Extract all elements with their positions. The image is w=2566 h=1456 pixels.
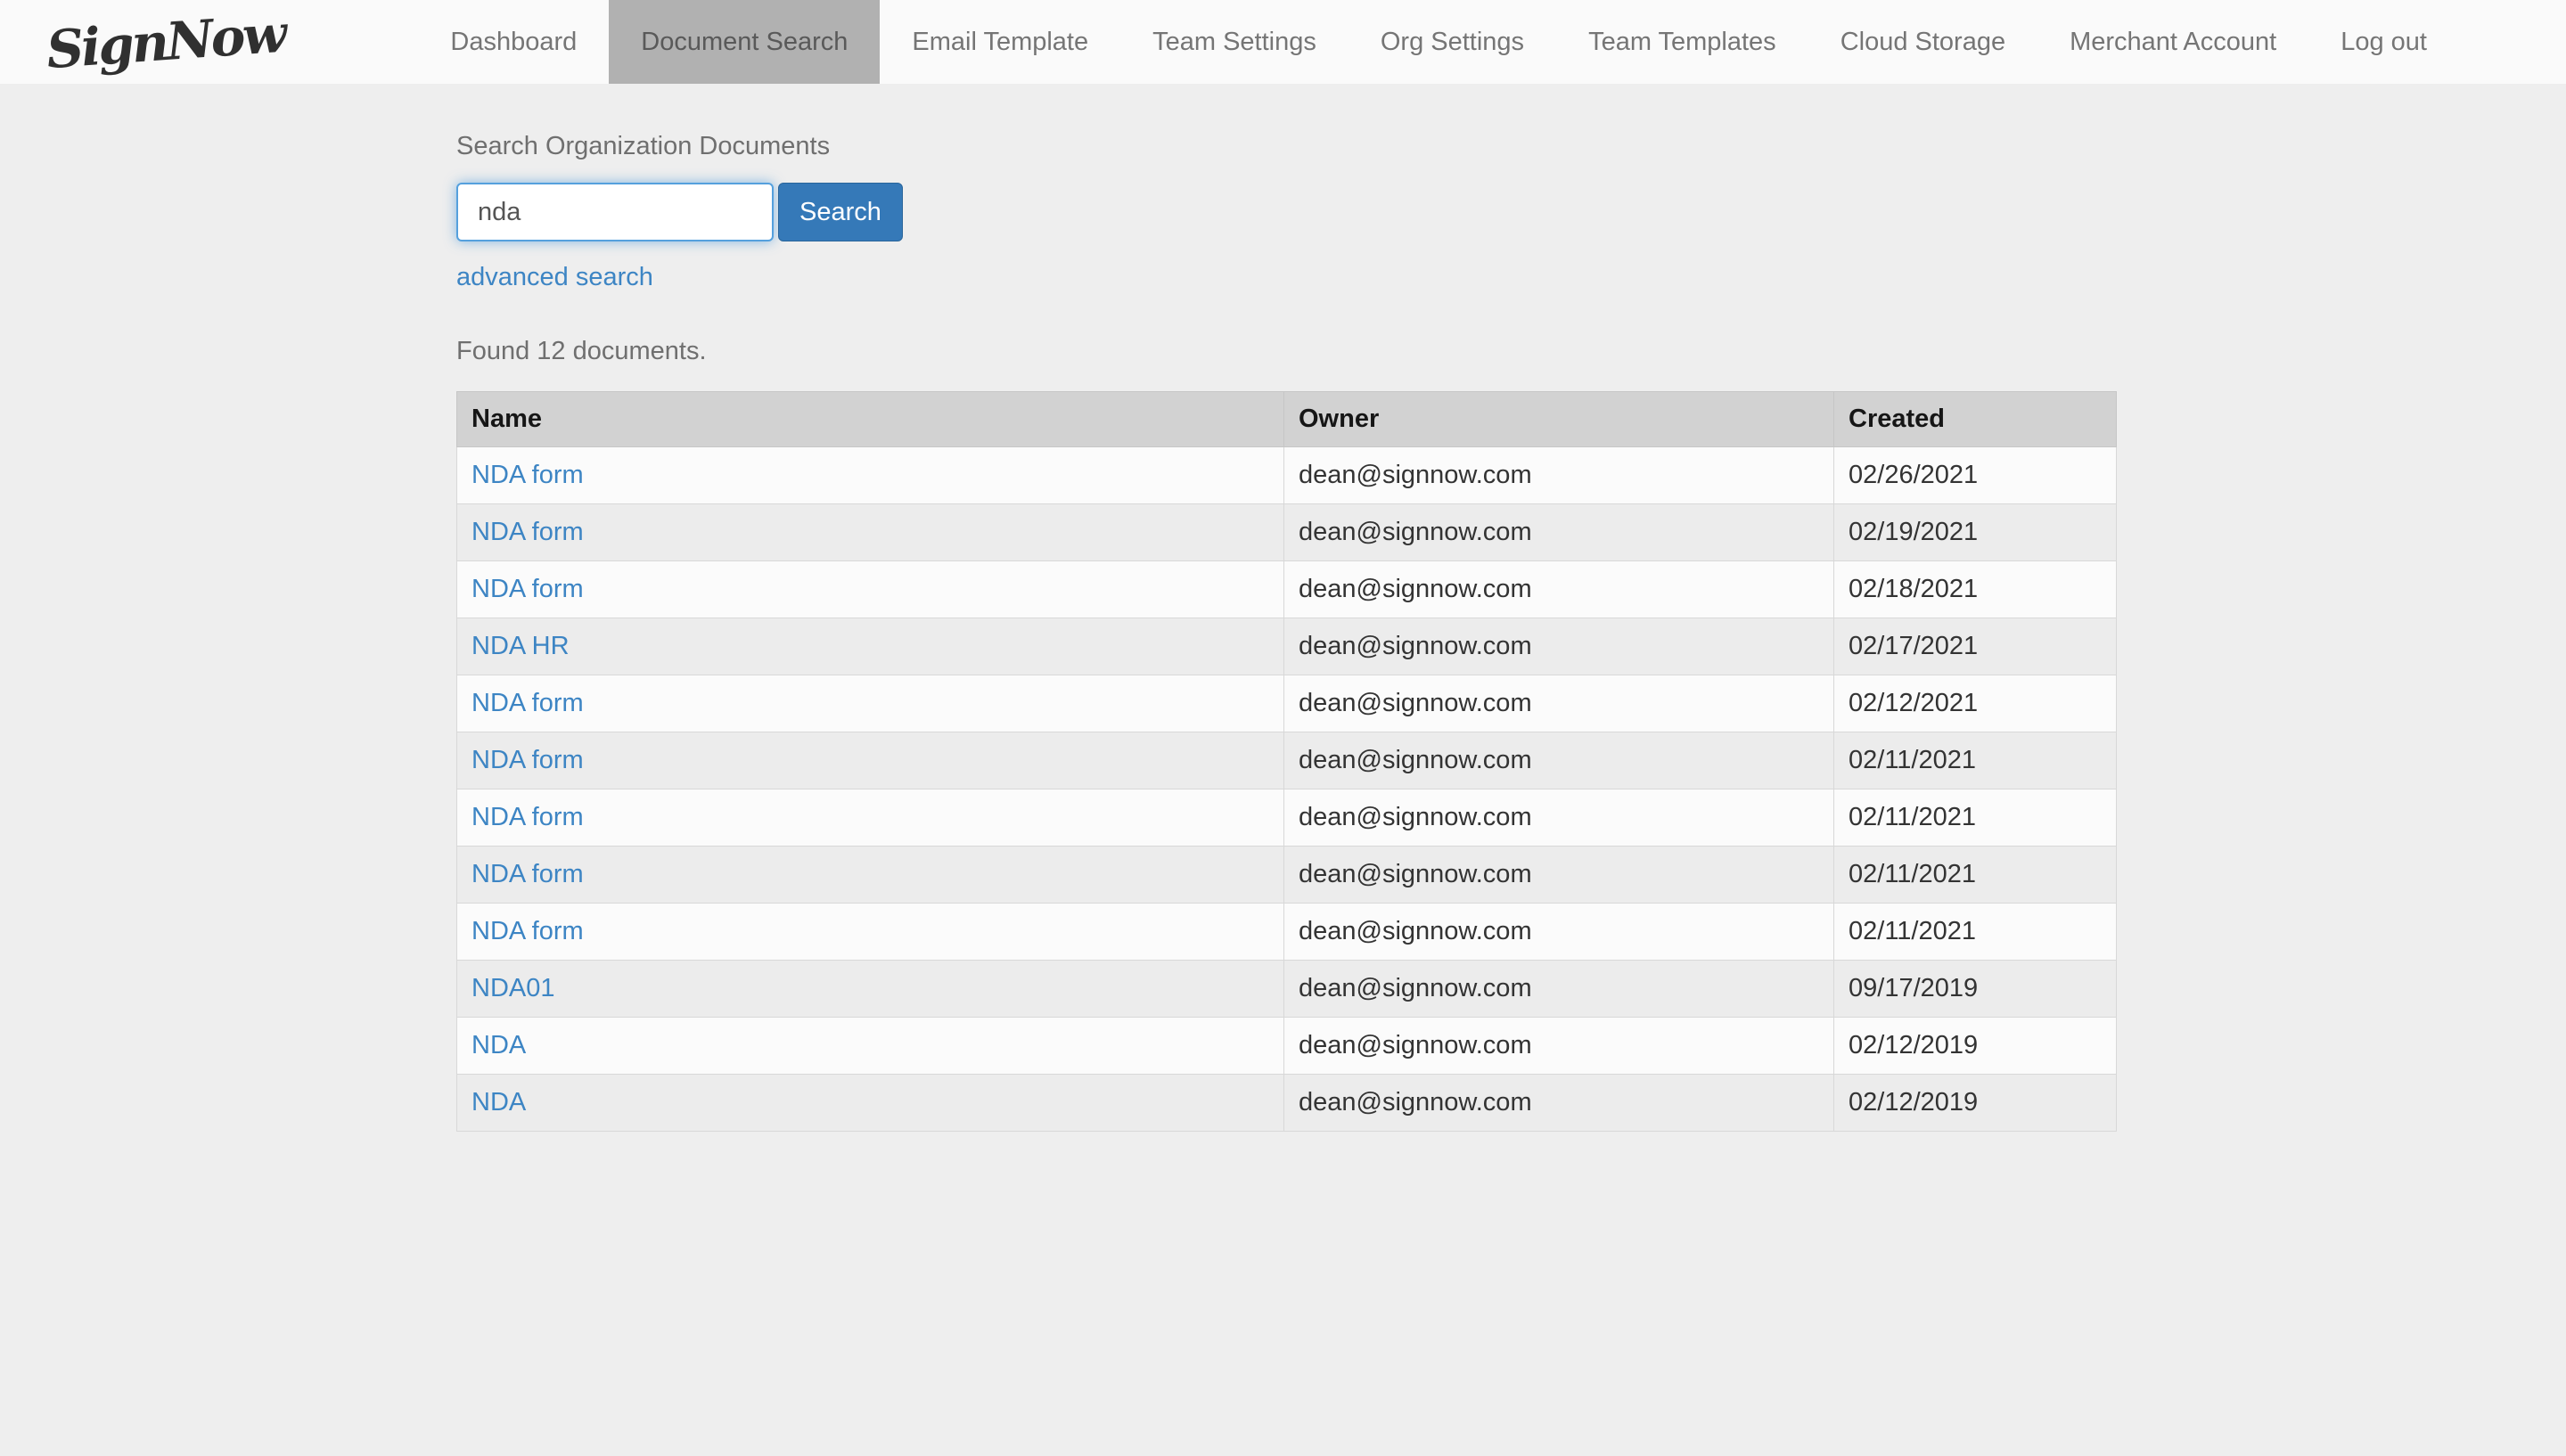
table-row: NDA form dean@signnow.com 02/11/2021 (456, 732, 2117, 789)
document-link[interactable]: NDA HR (471, 632, 570, 660)
nav-item-log-out[interactable]: Log out (2308, 0, 2459, 84)
column-header-owner: Owner (1283, 391, 1834, 447)
table-row: NDA form dean@signnow.com 02/11/2021 (456, 846, 2117, 904)
search-section-label: Search Organization Documents (456, 132, 831, 160)
table-row: NDA form dean@signnow.com 02/18/2021 (456, 560, 2117, 618)
document-link[interactable]: NDA form (471, 803, 584, 831)
search-input[interactable] (456, 183, 774, 241)
table-row: NDA form dean@signnow.com 02/19/2021 (456, 503, 2117, 561)
document-link[interactable]: NDA form (471, 746, 584, 774)
cell-name: NDA form (456, 503, 1284, 561)
cell-name: NDA HR (456, 618, 1284, 675)
document-link[interactable]: NDA form (471, 461, 584, 489)
search-button[interactable]: Search (778, 183, 903, 241)
results-table: Name Owner Created NDA form dean@signnow.… (456, 391, 2117, 1132)
cell-owner: dean@signnow.com (1283, 846, 1834, 904)
cell-name: NDA form (456, 789, 1284, 847)
table-body: NDA form dean@signnow.com 02/26/2021 NDA fo… (456, 446, 2117, 1132)
cell-name: NDA form (456, 903, 1284, 961)
column-header-name: Name (456, 391, 1284, 447)
table-row: NDA form dean@signnow.com 02/11/2021 (456, 903, 2117, 961)
cell-name: NDA form (456, 446, 1284, 504)
document-link[interactable]: NDA form (471, 518, 584, 546)
cell-owner: dean@signnow.com (1283, 1017, 1834, 1075)
cell-created: 02/11/2021 (1833, 732, 2117, 789)
advanced-search-link[interactable]: advanced search (456, 263, 653, 292)
nav-item-dashboard[interactable]: Dashboard (418, 0, 609, 84)
cell-created: 02/26/2021 (1833, 446, 2117, 504)
table-row: NDA dean@signnow.com 02/12/2019 (456, 1074, 2117, 1132)
nav-item-cloud-storage[interactable]: Cloud Storage (1808, 0, 2037, 84)
nav-item-merchant-account[interactable]: Merchant Account (2037, 0, 2308, 84)
table-header-row: Name Owner Created (456, 391, 2117, 447)
cell-name: NDA form (456, 732, 1284, 789)
table-row: NDA form dean@signnow.com 02/11/2021 (456, 789, 2117, 847)
nav-item-org-settings[interactable]: Org Settings (1349, 0, 1556, 84)
cell-owner: dean@signnow.com (1283, 560, 1834, 618)
table-row: NDA form dean@signnow.com 02/12/2021 (456, 675, 2117, 732)
cell-owner: dean@signnow.com (1283, 503, 1834, 561)
cell-created: 02/12/2019 (1833, 1017, 2117, 1075)
nav-item-email-template[interactable]: Email Template (880, 0, 1120, 84)
cell-owner: dean@signnow.com (1283, 1074, 1834, 1132)
cell-owner: dean@signnow.com (1283, 903, 1834, 961)
nav-item-team-settings[interactable]: Team Settings (1120, 0, 1349, 84)
table-row: NDA dean@signnow.com 02/12/2019 (456, 1017, 2117, 1075)
document-link[interactable]: NDA form (471, 575, 584, 603)
cell-owner: dean@signnow.com (1283, 732, 1834, 789)
cell-name: NDA01 (456, 960, 1284, 1018)
results-summary: Found 12 documents. (456, 337, 707, 365)
signnow-logo[interactable]: SignNow (45, 4, 286, 80)
main-nav: Dashboard Document Search Email Template Te… (418, 0, 2459, 84)
cell-owner: dean@signnow.com (1283, 789, 1834, 847)
document-link[interactable]: NDA form (471, 917, 584, 945)
document-link[interactable]: NDA01 (471, 974, 555, 1002)
nav-item-team-templates[interactable]: Team Templates (1556, 0, 1808, 84)
cell-created: 02/17/2021 (1833, 618, 2117, 675)
cell-owner: dean@signnow.com (1283, 960, 1834, 1018)
table-row: NDA HR dean@signnow.com 02/17/2021 (456, 618, 2117, 675)
document-search-page: Search Organization Documents Search adv… (0, 84, 2566, 1132)
top-navigation-bar: SignNow Dashboard Document Search Email Te… (0, 0, 2566, 84)
column-header-created: Created (1833, 391, 2117, 447)
document-link[interactable]: NDA (471, 1031, 526, 1059)
cell-created: 02/11/2021 (1833, 846, 2117, 904)
cell-owner: dean@signnow.com (1283, 446, 1834, 504)
search-row: Search (456, 183, 2566, 241)
cell-owner: dean@signnow.com (1283, 675, 1834, 732)
document-link[interactable]: NDA (471, 1088, 526, 1117)
table-row: NDA01 dean@signnow.com 09/17/2019 (456, 960, 2117, 1018)
cell-created: 02/18/2021 (1833, 560, 2117, 618)
cell-created: 02/11/2021 (1833, 903, 2117, 961)
cell-created: 02/12/2019 (1833, 1074, 2117, 1132)
cell-owner: dean@signnow.com (1283, 618, 1834, 675)
cell-created: 02/11/2021 (1833, 789, 2117, 847)
document-link[interactable]: NDA form (471, 689, 584, 717)
cell-name: NDA form (456, 560, 1284, 618)
nav-item-document-search[interactable]: Document Search (609, 0, 881, 84)
cell-created: 02/19/2021 (1833, 503, 2117, 561)
cell-name: NDA form (456, 675, 1284, 732)
cell-created: 09/17/2019 (1833, 960, 2117, 1018)
cell-name: NDA (456, 1017, 1284, 1075)
document-link[interactable]: NDA form (471, 860, 584, 888)
cell-created: 02/12/2021 (1833, 675, 2117, 732)
cell-name: NDA (456, 1074, 1284, 1132)
table-row: NDA form dean@signnow.com 02/26/2021 (456, 446, 2117, 504)
cell-name: NDA form (456, 846, 1284, 904)
